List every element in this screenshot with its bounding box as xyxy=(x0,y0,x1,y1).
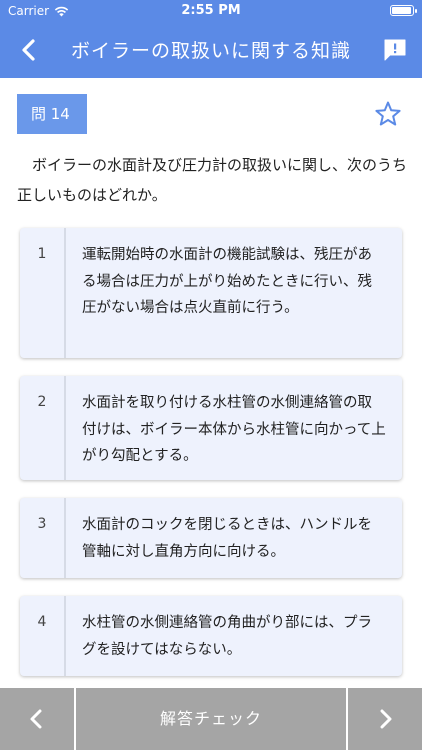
report-button[interactable] xyxy=(382,37,408,63)
choice-divider xyxy=(64,498,66,578)
chevron-left-icon xyxy=(30,709,42,729)
choice-divider xyxy=(64,228,66,358)
chevron-left-icon xyxy=(22,39,35,61)
choice-divider xyxy=(64,596,66,676)
choice-text: 運転開始時の水面計の機能試験は、残圧がある場合は圧力が上がり始めたときに行い、残… xyxy=(82,247,372,316)
back-button[interactable] xyxy=(14,34,46,66)
favorite-button[interactable] xyxy=(374,100,402,128)
choice-item-4[interactable]: 4 水柱管の水側連絡管の角曲がり部には、プラグを設けてはならない。 xyxy=(20,596,402,676)
chevron-right-icon xyxy=(380,709,392,729)
question-number-badge: 問 14 xyxy=(17,94,87,134)
feedback-icon xyxy=(384,39,406,61)
next-question-button[interactable] xyxy=(348,688,422,750)
choice-text: 水柱管の水側連絡管の角曲がり部には、プラグを設けてはならない。 xyxy=(82,615,372,658)
battery-icon xyxy=(390,5,417,16)
choice-number: 2 xyxy=(37,394,47,410)
answer-check-button[interactable]: 解答チェック xyxy=(76,688,346,750)
bottom-toolbar: 解答チェック xyxy=(0,688,422,750)
choice-text: 水面計のコックを閉じるときは、ハンドルを管軸に対し直角方向に向ける。 xyxy=(82,517,372,560)
choice-number: 4 xyxy=(37,614,47,630)
choice-number: 1 xyxy=(37,246,47,262)
choice-item-2[interactable]: 2 水面計を取り付ける水柱管の水側連絡管の取付けは、ボイラー本体から水柱管に向か… xyxy=(20,376,402,480)
status-bar: Carrier 2:55 PM xyxy=(0,0,422,22)
question-text: ボイラーの水面計及び圧力計の取扱いに関し、次のうち正しいものはどれか。 xyxy=(17,156,408,204)
status-time: 2:55 PM xyxy=(181,3,241,18)
star-icon xyxy=(375,101,401,126)
choice-number: 3 xyxy=(37,516,47,532)
choice-text: 水面計を取り付ける水柱管の水側連絡管の取付けは、ボイラー本体から水柱管に向かって… xyxy=(82,395,386,464)
page-title: ボイラーの取扱いに関する知識 xyxy=(70,40,351,62)
nav-bar: ボイラーの取扱いに関する知識 xyxy=(0,22,422,78)
choice-item-3[interactable]: 3 水面計のコックを閉じるときは、ハンドルを管軸に対し直角方向に向ける。 xyxy=(20,498,402,578)
choice-divider xyxy=(64,376,66,480)
choice-item-1[interactable]: 1 運転開始時の水面計の機能試験は、残圧がある場合は圧力が上がり始めたときに行い… xyxy=(20,228,402,358)
battery-level-fill xyxy=(392,7,411,14)
previous-question-button[interactable] xyxy=(0,688,74,750)
